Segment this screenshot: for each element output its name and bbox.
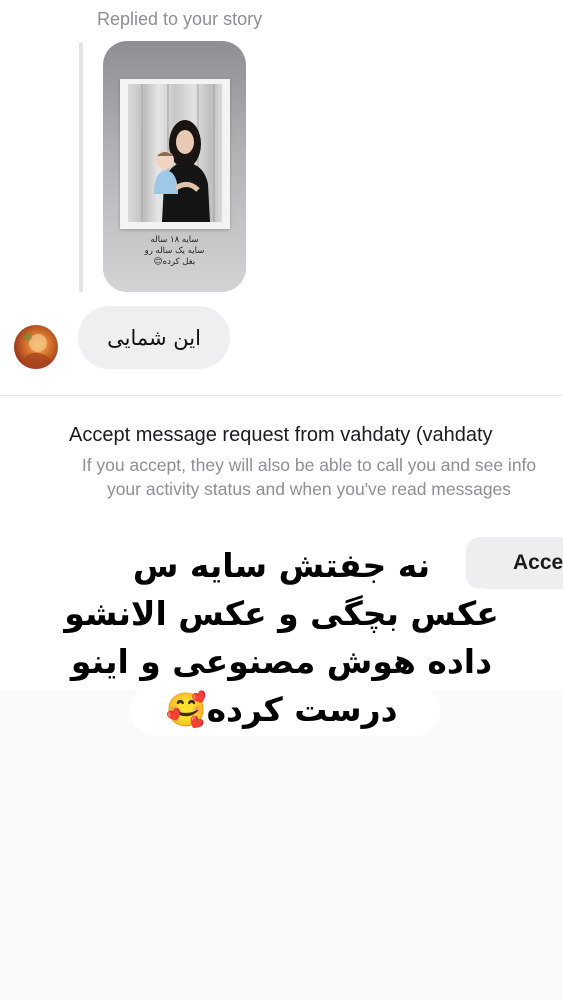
request-description: If you accept, they will also be able to… — [29, 453, 563, 501]
story-caption: سایه ۱۸ ساله سایه یک ساله رو بغل کرده😊 — [103, 235, 246, 268]
request-description-line: If you accept, they will also be able to… — [81, 455, 537, 475]
overlay-line: داده هوش مصنوعی و اینو — [70, 642, 493, 681]
people-photo-icon — [141, 84, 215, 222]
request-description-line: your activity status and when you've rea… — [106, 479, 512, 499]
story-photo — [128, 84, 222, 222]
chat-screen: Replied to your story سایه ۱۸ ساله سایه … — [0, 0, 563, 1000]
story-caption-line: بغل کرده😊 — [153, 257, 196, 267]
sender-avatar[interactable] — [14, 325, 58, 369]
story-caption-line: سایه ۱۸ ساله — [150, 235, 199, 245]
replied-to-story-label: Replied to your story — [97, 9, 263, 29]
message-bubble[interactable]: این شمایی — [78, 306, 230, 369]
polaroid-frame — [120, 79, 230, 229]
caption-overlay: نه جفتش سایه س عکس بچگی و عکس الانشو داد… — [0, 542, 563, 734]
overlay-line: نه جفتش سایه س — [132, 546, 431, 585]
overlay-line: درست کرده🥰 — [165, 690, 398, 729]
section-divider — [0, 395, 563, 396]
request-title: Accept message request from vahdaty (vah… — [69, 424, 493, 446]
story-preview-card[interactable]: سایه ۱۸ ساله سایه یک ساله رو بغل کرده😊 — [103, 41, 246, 292]
overlay-line: عکس بچگی و عکس الانشو — [64, 594, 499, 633]
story-caption-line: سایه یک ساله رو — [144, 246, 205, 256]
reply-indicator-line — [79, 42, 83, 292]
avatar-image-icon — [20, 333, 54, 369]
